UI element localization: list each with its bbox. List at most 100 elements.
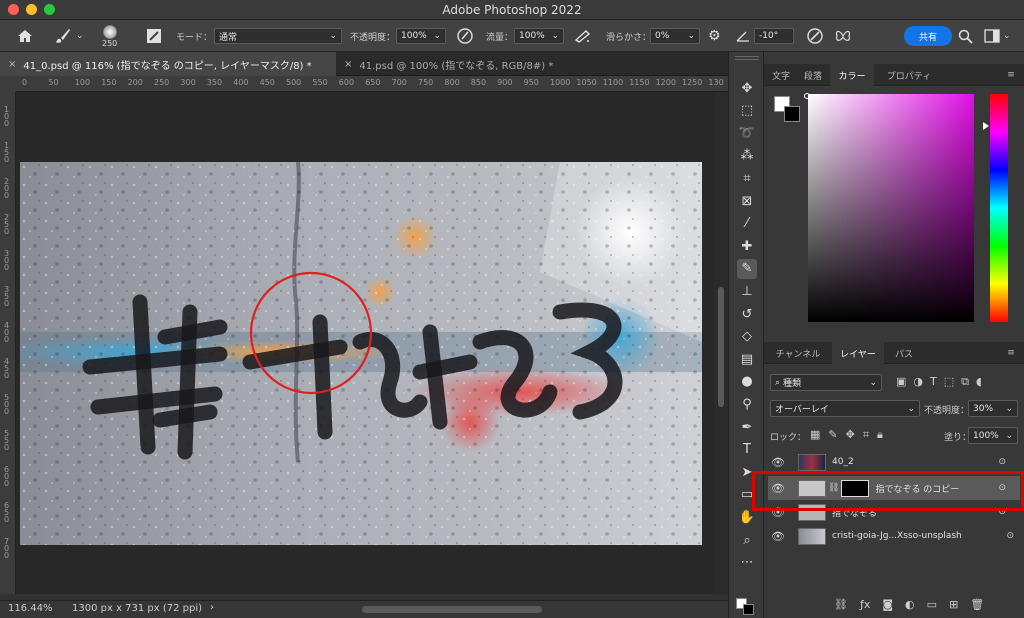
opacity-field[interactable]: 100% ⌄	[396, 28, 446, 44]
workspace-button[interactable]: ⌄	[984, 20, 1011, 52]
visibility-eye-icon[interactable]: 👁︎	[768, 456, 788, 469]
ruler-corner	[0, 76, 16, 92]
zoom-level[interactable]: 116.44%	[8, 603, 53, 614]
group-folder-icon[interactable]: ▭	[927, 598, 937, 611]
zoom-icon[interactable]: ⌕	[737, 530, 757, 550]
color-field[interactable]	[808, 94, 974, 322]
close-tab-icon[interactable]: ×	[8, 59, 16, 70]
canvas-area[interactable]	[16, 92, 714, 594]
layer-row[interactable]: 👁︎ cristi-goia-Jg...Xsso-unsplash ⊙	[768, 524, 1020, 548]
pressure-size-button[interactable]	[806, 20, 824, 52]
pen-icon[interactable]: ✒	[737, 417, 757, 437]
ruler-tick-label: 700	[391, 78, 407, 87]
fx-icon[interactable]: ƒx	[860, 598, 870, 611]
tab-41-0-psd[interactable]: × 41_0.psd @ 116% (指でなぞる のコピー, レイヤーマスク/8…	[0, 52, 336, 76]
adjustment-filter-icon[interactable]: ◑	[913, 375, 923, 389]
delete-layer-icon[interactable]: 🗑︎	[970, 598, 984, 611]
tab-character[interactable]: 文字	[766, 64, 796, 86]
adjustment-layer-icon[interactable]: ◐	[905, 598, 915, 611]
layer-opacity-field[interactable]: 30% ⌄	[968, 400, 1018, 417]
tab-paths[interactable]: パス	[886, 342, 922, 364]
tab-channels[interactable]: チャンネル	[766, 342, 830, 364]
color-panel-tabs: 文字 段落 カラー プロパティ ≡	[764, 64, 1024, 86]
brush-icon[interactable]: ✎	[737, 258, 757, 279]
toolbar-background-swatch[interactable]	[743, 604, 754, 615]
lock-transparency-icon[interactable]: ▦	[810, 428, 820, 442]
airbrush-button[interactable]	[574, 20, 592, 52]
close-tab-icon[interactable]: ×	[344, 59, 352, 70]
flow-field[interactable]: 100% ⌄	[514, 28, 564, 44]
panel-menu-icon[interactable]: ≡	[1002, 342, 1020, 364]
link-layers-icon[interactable]: ⛓︎	[834, 598, 848, 611]
brush-preset-picker[interactable]: ⌄	[54, 20, 84, 52]
angle-field[interactable]: -10°	[754, 28, 794, 44]
vertical-scroll-thumb[interactable]	[718, 287, 724, 407]
type-icon[interactable]: T	[737, 440, 757, 460]
blur-icon[interactable]: ●	[737, 372, 757, 392]
tab-paragraph[interactable]: 段落	[798, 64, 828, 86]
tab-41-psd[interactable]: × 41.psd @ 100% (指でなぞる, RGB/8#) *	[336, 52, 576, 76]
frame-icon[interactable]: ⊠	[737, 191, 757, 211]
add-mask-icon[interactable]: ◙	[882, 598, 893, 611]
document-image[interactable]	[20, 162, 702, 545]
pressure-opacity-button[interactable]	[456, 20, 474, 52]
eyedropper-icon[interactable]: ⁄	[737, 214, 757, 234]
crop-icon[interactable]: ⌗	[737, 168, 757, 188]
chevron-down-icon: ⌄	[1003, 31, 1011, 41]
background-color-swatch[interactable]	[784, 106, 800, 122]
lasso-icon[interactable]: ➰	[737, 123, 757, 143]
ruler-tick-label: 1000	[550, 78, 571, 87]
lock-position-icon[interactable]: ✥	[846, 428, 855, 442]
healing-icon[interactable]: ✚	[737, 236, 757, 256]
flow-value: 100%	[519, 31, 545, 41]
history-brush-icon[interactable]: ↺	[737, 304, 757, 324]
panel-menu-icon[interactable]: ≡	[1002, 64, 1020, 86]
stamp-icon[interactable]: ⊥	[737, 281, 757, 301]
lock-artboard-icon[interactable]: ⌗	[863, 428, 869, 442]
tab-layers[interactable]: レイヤー	[832, 342, 884, 364]
fill-field[interactable]: 100% ⌄	[968, 427, 1018, 444]
pressure-pen-icon	[457, 28, 473, 44]
brush-size-picker[interactable]: 250	[102, 20, 117, 52]
smart-object-filter-icon[interactable]: ⧉	[961, 375, 969, 389]
visibility-eye-icon[interactable]: 👁︎	[768, 530, 788, 543]
gradient-icon[interactable]: ▤	[737, 349, 757, 369]
color-picker-marker[interactable]	[804, 93, 810, 99]
lock-paint-icon[interactable]: ✎	[828, 428, 837, 442]
search-icon: ⌕	[775, 377, 781, 388]
shape-filter-icon[interactable]: ⬚	[944, 375, 954, 389]
smart-filter-icon[interactable]: ⊙	[1006, 531, 1014, 541]
blend-mode-select[interactable]: オーバーレイ ⌄	[770, 400, 920, 417]
hue-slider-marker[interactable]	[983, 122, 989, 130]
lock-all-icon[interactable]: 🔒︎	[877, 428, 883, 442]
dodge-icon[interactable]: ⚲	[737, 394, 757, 414]
chevron-down-icon: ⌄	[1005, 430, 1013, 441]
magic-wand-icon[interactable]: ⁂	[737, 146, 757, 166]
mode-select[interactable]: 通常 ⌄	[214, 28, 342, 44]
symmetry-button[interactable]	[834, 20, 852, 52]
search-button[interactable]	[958, 20, 973, 52]
share-button[interactable]: 共有	[904, 26, 952, 46]
smoothing-field[interactable]: 0% ⌄	[650, 28, 700, 44]
marquee-icon[interactable]: ⬚	[737, 101, 757, 121]
brush-settings-button[interactable]	[146, 20, 162, 52]
chevron-right-icon[interactable]: ›	[210, 602, 214, 613]
pixel-filter-icon[interactable]: ▣	[896, 375, 906, 389]
type-filter-icon[interactable]: T	[930, 375, 937, 389]
brush-settings-icon	[147, 29, 161, 43]
filter-toggle-icon[interactable]: ◖	[976, 375, 982, 389]
move-icon[interactable]: ✥	[737, 78, 757, 98]
horizontal-scroll-thumb[interactable]	[362, 606, 542, 613]
smart-filter-icon[interactable]: ⊙	[998, 457, 1006, 467]
vertical-scrollbar[interactable]	[714, 92, 728, 594]
tab-properties[interactable]: プロパティ	[876, 64, 942, 86]
tab-color[interactable]: カラー	[830, 64, 874, 86]
new-layer-icon[interactable]: ⊞	[949, 598, 958, 611]
home-button[interactable]	[16, 20, 34, 52]
layer-filter-select[interactable]: ⌕ 種類 ⌄	[770, 374, 882, 391]
toolbar-grip[interactable]	[735, 56, 759, 60]
hue-slider[interactable]	[990, 94, 1008, 322]
more-icon[interactable]: ⋯	[737, 553, 757, 573]
eraser-icon[interactable]: ◇	[737, 327, 757, 347]
smoothing-settings-button[interactable]: ⚙	[708, 20, 721, 52]
